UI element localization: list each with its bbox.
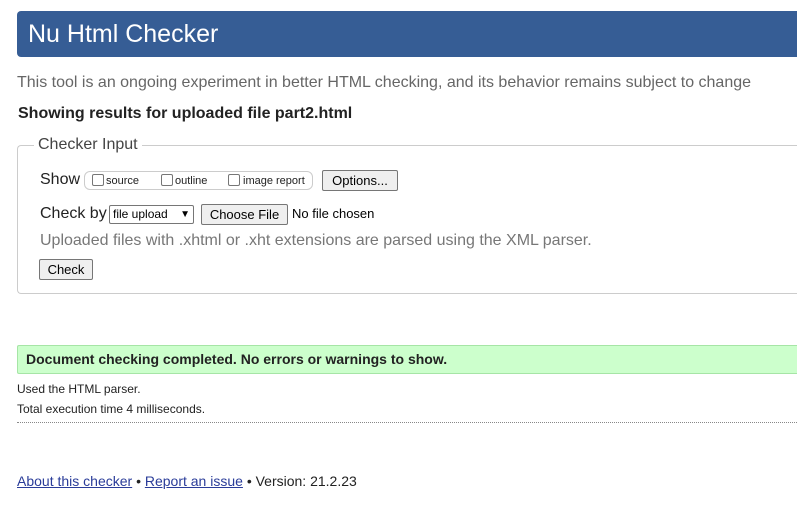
check-by-label: Check by <box>40 205 107 222</box>
success-message: Document checking completed. No errors o… <box>17 345 797 374</box>
outline-checkbox-label[interactable]: outline <box>175 175 207 187</box>
options-button[interactable]: Options... <box>322 170 398 191</box>
choose-file-button[interactable]: Choose File <box>201 204 288 225</box>
check-by-select[interactable]: file upload ▼ <box>109 205 194 224</box>
footer: About this checker • Report an issue • V… <box>17 473 357 489</box>
footer-separator: • <box>136 473 141 489</box>
results-heading: Showing results for uploaded file part2.… <box>18 105 353 122</box>
outline-checkbox[interactable] <box>161 174 173 186</box>
footer-separator: • <box>246 473 252 489</box>
checker-input-legend: Checker Input <box>34 136 142 154</box>
source-checkbox[interactable] <box>92 174 104 186</box>
about-link[interactable]: About this checker <box>17 473 132 489</box>
check-button[interactable]: Check <box>39 259 93 280</box>
page-title: Nu Html Checker <box>28 20 219 48</box>
check-by-selected-value: file upload <box>113 207 168 221</box>
chevron-down-icon: ▼ <box>180 209 190 220</box>
xml-parser-note: Uploaded files with .xhtml or .xht exten… <box>40 232 592 249</box>
report-issue-link[interactable]: Report an issue <box>145 473 243 489</box>
show-options-group: source outline image report <box>84 171 313 190</box>
version-text: Version: 21.2.23 <box>255 473 357 489</box>
image-report-checkbox-label[interactable]: image report <box>243 175 305 187</box>
no-file-chosen-text: No file chosen <box>292 206 375 221</box>
execution-time-note: Total execution time 4 milliseconds. <box>17 402 206 416</box>
image-report-checkbox[interactable] <box>228 174 240 186</box>
intro-text: This tool is an ongoing experiment in be… <box>17 74 752 91</box>
show-label: Show <box>40 171 81 188</box>
source-checkbox-label[interactable]: source <box>106 175 139 187</box>
results-divider <box>17 422 797 423</box>
parser-note: Used the HTML parser. <box>17 382 141 396</box>
header-banner: Nu Html Checker <box>17 11 797 57</box>
